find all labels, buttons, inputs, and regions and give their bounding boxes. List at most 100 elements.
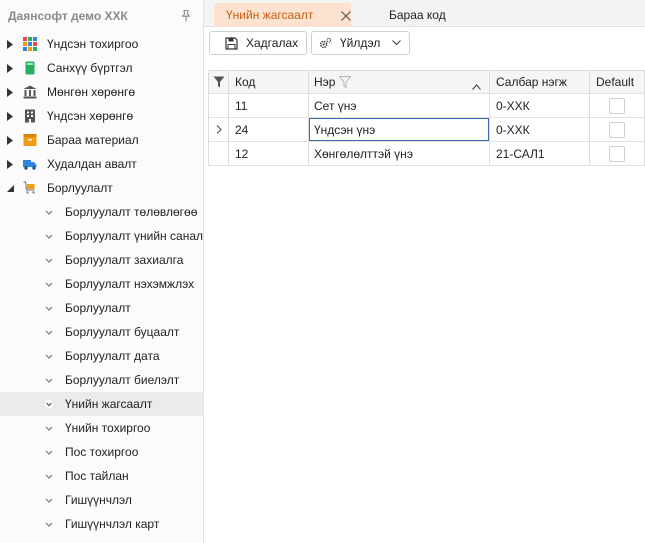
chevron-down-icon [44,519,54,529]
close-icon[interactable] [340,10,352,22]
truck-icon [23,157,37,171]
sidebar-subitem[interactable]: Гишүүнчлэл [0,488,203,512]
column-header-branch[interactable]: Салбар нэгж [490,71,590,93]
expand-arrow-icon[interactable] [6,135,14,145]
cell-branch[interactable]: 21-САЛ1 [490,142,590,165]
pin-icon[interactable] [179,9,193,23]
tab-price-list[interactable]: Үнийн жагсаалт [214,3,351,27]
expand-arrow-icon[interactable] [6,159,14,169]
sort-ascending-icon[interactable] [472,79,481,90]
sidebar-item-cash[interactable]: Мөнгөн хөрөнгө [0,80,203,104]
sidebar-subitem-label: Гишүүнчлэл [65,493,132,507]
sidebar-subitem-label: Борлуулалт үнийн санал [64,229,203,243]
column-header-code[interactable]: Код [229,71,309,93]
cell-code[interactable]: 11 [229,94,309,117]
column-header-default[interactable]: Default [590,71,645,93]
cell-branch[interactable]: 0-ХХК [490,118,590,141]
sidebar-header: Даянсофт демо ХХК [0,0,203,32]
sidebar-subitem-label: Пос тохиргоо [65,445,139,459]
sidebar-subitem[interactable]: Пос тохиргоо [0,440,203,464]
chevron-down-icon [44,207,54,217]
chevron-down-icon [392,40,402,46]
row-indicator [208,142,229,165]
action-button-label: Үйлдэл [340,36,381,50]
sidebar-subitem[interactable]: Борлуулалт биелэлт [0,368,203,392]
sidebar: Даянсофт демо ХХК Үндсэн тохиргоо Санхүү… [0,0,204,543]
cell-name[interactable]: Сет үнэ [309,94,490,117]
sidebar-subitem[interactable]: Борлуулалт буцаалт [0,320,203,344]
toolbar: Хадгалах Үйлдэл [204,28,645,60]
sidebar-subitem-label: Үнийн жагсаалт [65,397,153,411]
cell-focus-border [309,118,489,141]
row-indicator [208,94,229,117]
save-button[interactable]: Хадгалах [209,31,307,55]
chevron-down-icon [44,495,54,505]
chevron-down-icon [44,399,54,409]
table-row[interactable]: 11 Сет үнэ 0-ХХК [208,94,645,118]
default-checkbox[interactable] [609,97,625,114]
sidebar-subitem[interactable]: Гишүүнчлэл карт [0,512,203,536]
sidebar-item-basic-settings[interactable]: Үндсэн тохиргоо [0,32,203,56]
cell-code[interactable]: 24 [229,118,309,141]
table-row[interactable]: 12 Хөнгөлөлттэй үнэ 21-САЛ1 [208,142,645,166]
sidebar-subitem-label: Борлуулалт төлөвлөгөө [65,205,198,219]
expand-arrow-icon[interactable] [6,39,14,49]
sidebar-item-inventory[interactable]: Бараа материал [0,128,203,152]
sidebar-subitem-price-list[interactable]: Үнийн жагсаалт [0,392,203,416]
sidebar-subitem-label: Борлуулалт буцаалт [65,325,180,339]
expand-arrow-icon[interactable] [6,63,14,73]
sidebar-item-accounting[interactable]: Санхүү бүртгэл [0,56,203,80]
collapse-arrow-icon[interactable] [6,183,14,193]
sidebar-item-purchase[interactable]: Худалдан авалт [0,152,203,176]
column-filter-icon[interactable] [339,76,352,88]
expand-arrow-icon[interactable] [6,111,14,121]
sidebar-subitem-label: Пос тайлан [65,469,129,483]
chevron-down-icon [44,351,54,361]
column-header-name[interactable]: Нэр [309,71,490,93]
nav-tree: Үндсэн тохиргоо Санхүү бүртгэл Мөнгөн хө… [0,32,203,536]
chevron-down-icon [44,327,54,337]
table-row-current[interactable]: 24 Үндсэн үнэ 0-ХХК [208,118,645,142]
sidebar-subitem-label: Борлуулалт [65,301,131,315]
default-checkbox[interactable] [609,145,625,162]
cell-branch[interactable]: 0-ХХК [490,94,590,117]
sidebar-item-label: Мөнгөн хөрөнгө [47,85,136,99]
sidebar-subitem-label: Борлуулалт нэхэмжлэх [65,277,195,291]
sidebar-subitem[interactable]: Борлуулалт [0,296,203,320]
sidebar-subitem[interactable]: Үнийн тохиргоо [0,416,203,440]
gear-icon [319,37,332,50]
sidebar-subitem-label: Гишүүнчлэл карт [65,517,160,531]
expand-arrow-icon[interactable] [6,87,14,97]
sidebar-subitem[interactable]: Пос тайлан [0,464,203,488]
sidebar-item-label: Үндсэн тохиргоо [47,37,139,51]
book-icon [23,61,37,75]
sidebar-item-label: Бараа материал [47,133,139,147]
tab-label: Үнийн жагсаалт [226,8,314,22]
company-title: Даянсофт демо ХХК [8,9,128,23]
sidebar-item-label: Борлуулалт [47,181,113,195]
sidebar-subitem[interactable]: Борлуулалт захиалга [0,248,203,272]
save-button-label: Хадгалах [246,36,299,50]
bank-icon [23,85,37,99]
tab-item-code[interactable]: Бараа код [389,3,446,27]
price-list-grid: Код Нэр Салбар нэгж Default 11 Сет үнэ 0… [208,70,645,166]
sidebar-item-label: Худалдан авалт [47,157,137,171]
grid-header-row: Код Нэр Салбар нэгж Default [208,70,645,94]
sidebar-subitem[interactable]: Борлуулалт төлөвлөгөө [0,200,203,224]
chevron-down-icon [44,303,54,313]
tab-bar: Үнийн жагсаалт Бараа код [204,0,645,27]
cell-default [590,94,645,117]
cell-name[interactable]: Хөнгөлөлттэй үнэ [309,142,490,165]
action-dropdown-button[interactable]: Үйлдэл [311,31,410,55]
sidebar-subitem[interactable]: Борлуулалт нэхэмжлэх [0,272,203,296]
sidebar-subitem[interactable]: Борлуулалт үнийн санал [0,224,203,248]
sidebar-item-fixed-assets[interactable]: Үндсэн хөрөнгө [0,104,203,128]
cell-code[interactable]: 12 [229,142,309,165]
cell-name-editing[interactable]: Үндсэн үнэ [309,118,490,141]
sidebar-item-label: Санхүү бүртгэл [47,61,133,75]
chevron-down-icon [44,231,54,241]
sidebar-item-sales[interactable]: Борлуулалт [0,176,203,200]
filter-icon[interactable] [208,71,229,93]
default-checkbox[interactable] [609,121,625,138]
sidebar-subitem[interactable]: Борлуулалт дата [0,344,203,368]
